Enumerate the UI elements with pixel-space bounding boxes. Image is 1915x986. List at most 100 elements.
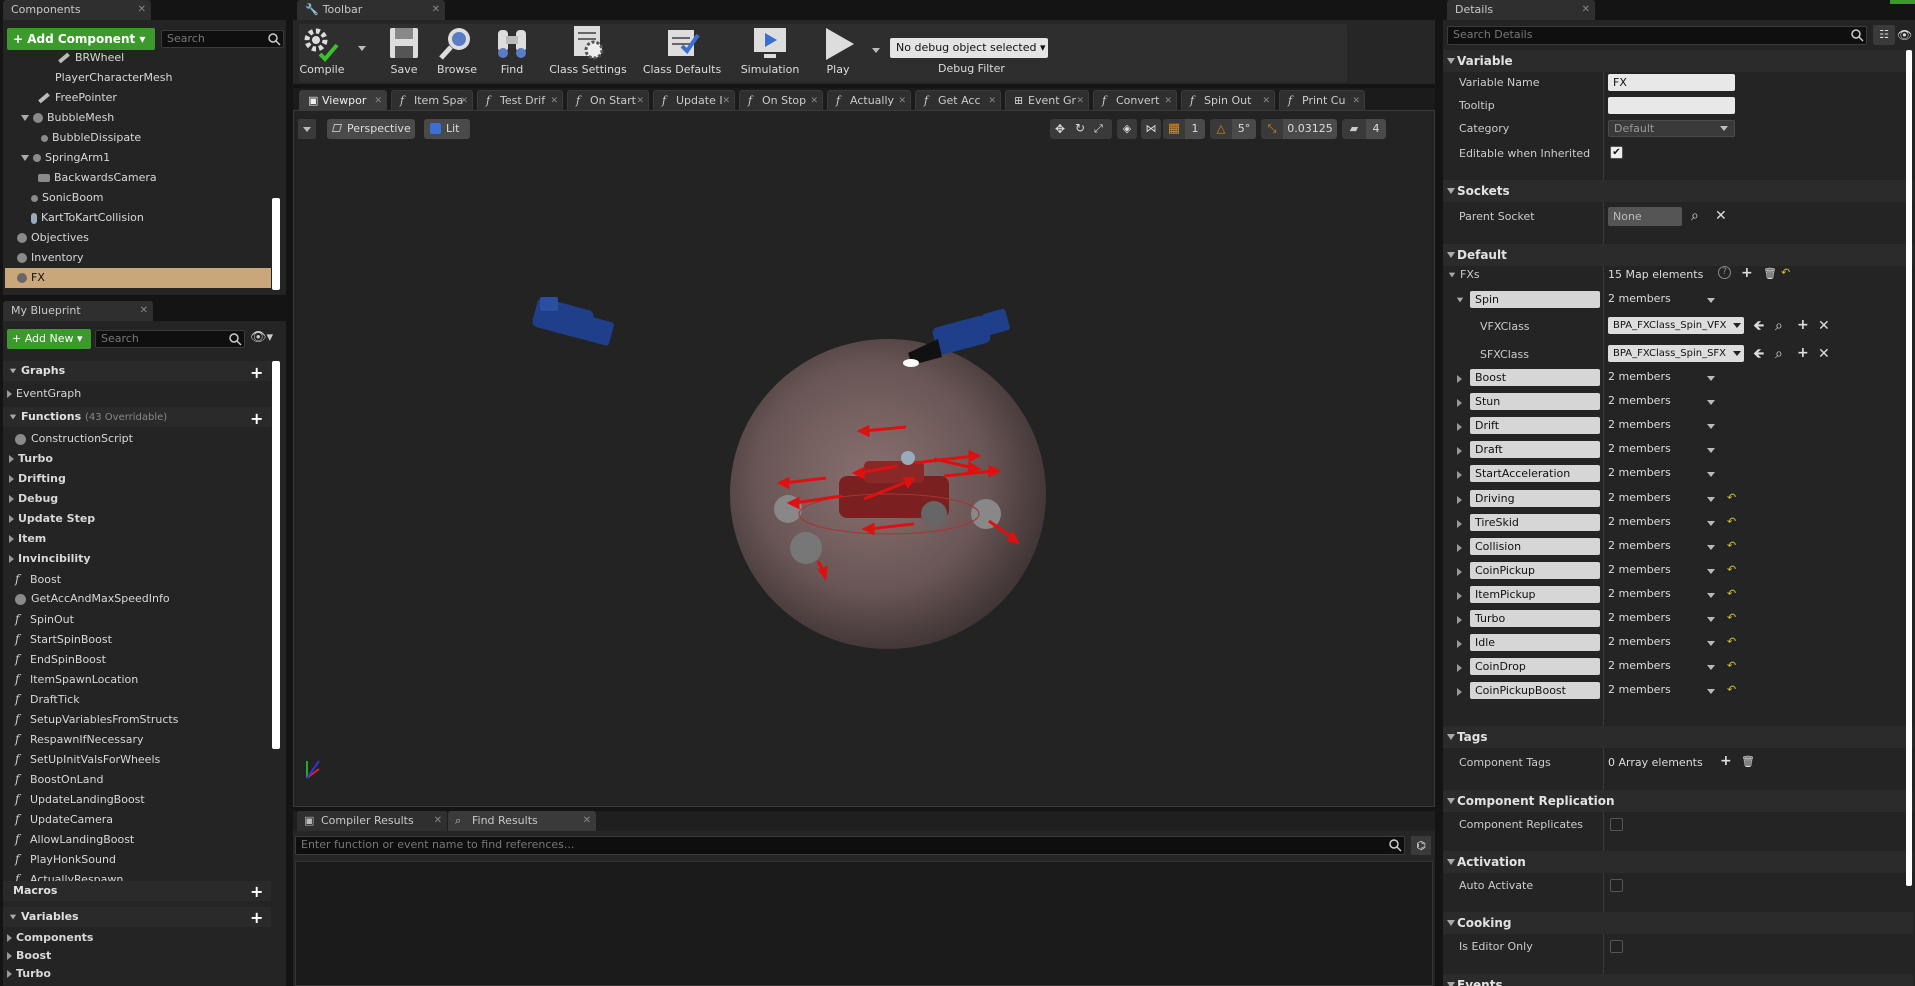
function-item[interactable]: f PlayHonkSound xyxy=(15,849,116,869)
sfx-class-combo[interactable]: BPA_FXClass_Spin_SFX xyxy=(1608,345,1744,362)
map-key-field[interactable]: Turbo xyxy=(1470,610,1600,627)
macros-section-header[interactable]: Macros xyxy=(3,881,271,901)
close-icon[interactable]: ✕ xyxy=(722,91,730,110)
expand-icon[interactable] xyxy=(1457,372,1466,385)
clear-close-icon[interactable]: ✕ xyxy=(1818,347,1830,361)
components-scrollbar[interactable] xyxy=(272,198,280,290)
close-icon[interactable]: ✕ xyxy=(140,301,148,321)
browse-search-icon[interactable]: ⌕ xyxy=(1775,319,1783,333)
editor-tab[interactable]: f Spin Out ✕ xyxy=(1181,90,1275,110)
function-item[interactable]: f EndSpinBoost xyxy=(15,649,106,669)
close-icon[interactable]: ✕ xyxy=(374,91,382,110)
tab-details[interactable]: Details ✕ xyxy=(1447,0,1595,20)
visibility-eye-icon[interactable]: 👁▾ xyxy=(250,330,280,348)
chevron-down-icon[interactable] xyxy=(1707,520,1715,526)
help-icon[interactable]: ? xyxy=(1718,266,1731,279)
close-icon[interactable]: ✕ xyxy=(810,91,818,110)
reset-to-default-icon[interactable]: ↶ xyxy=(1781,266,1790,279)
tree-item-inventory[interactable]: Inventory xyxy=(17,248,84,268)
close-icon[interactable]: ✕ xyxy=(636,91,644,110)
browse-button[interactable]: Browse xyxy=(435,24,479,76)
viewport[interactable]: Perspective Lit ✥ ↻ ⤢ ◈ ⋈ ▦ 1 △ 5° ⤡ 0.0… xyxy=(293,110,1435,807)
add-graph-icon[interactable]: + xyxy=(250,363,263,382)
function-item[interactable]: f BoostOnLand xyxy=(15,769,104,789)
clear-tags-trash-icon[interactable]: 🗑 xyxy=(1741,755,1755,769)
component-replicates-checkbox[interactable] xyxy=(1610,818,1623,831)
map-key-field[interactable]: ItemPickup xyxy=(1470,585,1600,603)
map-key-field[interactable]: StartAcceleration xyxy=(1470,465,1600,483)
find-in-all-blueprints-binoculars-icon[interactable]: ⌬ xyxy=(1411,836,1431,855)
expand-icon[interactable] xyxy=(21,155,29,161)
tree-item-bubblemesh[interactable]: BubbleMesh xyxy=(21,108,114,128)
tree-item-playercharactermesh[interactable]: PlayerCharacterMesh xyxy=(38,68,173,88)
class-settings-button[interactable]: Class Settings xyxy=(549,24,627,76)
editable-when-inherited-checkbox[interactable]: ✔ xyxy=(1610,146,1623,159)
map-key-field[interactable]: Stun xyxy=(1470,393,1600,411)
tree-item-brwheel[interactable]: BRWheel xyxy=(58,48,124,68)
map-key-field[interactable]: Driving xyxy=(1470,489,1600,507)
tree-item-sonicboom[interactable]: SonicBoom xyxy=(31,188,104,208)
play-button[interactable]: Play xyxy=(816,24,860,76)
spin-expand-icon[interactable] xyxy=(1456,293,1468,306)
chevron-down-icon[interactable] xyxy=(1707,617,1715,622)
chevron-down-icon[interactable] xyxy=(1707,641,1715,647)
reset-to-default-icon[interactable]: ↶ xyxy=(1727,683,1736,696)
browse-socket-search-icon[interactable]: ⌕ xyxy=(1691,209,1699,223)
chevron-down-icon[interactable] xyxy=(1707,448,1715,454)
add-new-button[interactable]: + Add New ▾ xyxy=(7,329,91,349)
chevron-down-icon[interactable] xyxy=(1707,665,1715,671)
editor-tab[interactable]: f Item Spa ✕ xyxy=(391,90,473,110)
tree-item-freepointer[interactable]: FreePointer xyxy=(38,88,117,108)
function-item[interactable]: f UpdateCamera xyxy=(15,809,113,829)
functions-section-header[interactable]: Functions (43 Overridable) xyxy=(3,407,271,427)
close-icon[interactable]: ✕ xyxy=(1262,91,1270,110)
parent-socket-field[interactable]: None xyxy=(1608,207,1682,226)
reset-to-default-icon[interactable]: ↶ xyxy=(1727,635,1736,648)
function-category[interactable]: Item xyxy=(9,529,46,549)
expand-icon[interactable] xyxy=(1457,444,1466,457)
browse-search-icon[interactable]: ⌕ xyxy=(1775,347,1783,361)
chevron-down-icon[interactable] xyxy=(1707,298,1715,303)
expand-icon[interactable] xyxy=(1457,541,1466,554)
chevron-down-icon[interactable] xyxy=(1707,400,1715,406)
add-component-button[interactable]: + Add Component ▾ xyxy=(7,28,155,50)
tree-item-karttokartcollision[interactable]: KartToKartCollision xyxy=(31,208,144,228)
expand-icon[interactable] xyxy=(1457,661,1466,674)
function-item[interactable]: f SetUpInitValsForWheels xyxy=(15,749,160,769)
function-item[interactable]: f SpinOut xyxy=(15,609,74,629)
map-key-field[interactable]: CoinDrop xyxy=(1470,658,1600,676)
expand-icon[interactable] xyxy=(1457,565,1466,578)
map-key-field[interactable]: CoinPickupBoost xyxy=(1470,682,1600,700)
reset-to-default-icon[interactable]: ↶ xyxy=(1727,515,1736,528)
close-icon[interactable]: ✕ xyxy=(1582,0,1590,20)
reset-to-default-icon[interactable]: ↶ xyxy=(1727,587,1736,600)
expand-icon[interactable] xyxy=(1457,396,1466,409)
chevron-down-icon[interactable] xyxy=(1707,424,1715,430)
map-key-field[interactable]: Drift xyxy=(1470,417,1600,435)
add-macro-icon[interactable]: + xyxy=(250,882,263,901)
editor-tab[interactable]: f Get Acc ✕ xyxy=(915,90,1001,110)
class-defaults-button[interactable]: Class Defaults xyxy=(643,24,721,76)
editor-tab[interactable]: f Test Drif ✕ xyxy=(477,90,563,110)
map-key-field[interactable]: CoinPickup xyxy=(1470,561,1600,579)
editor-tab[interactable]: f Print Cu ✕ xyxy=(1279,90,1365,110)
view-options-eye-icon[interactable]: 👁 xyxy=(1897,25,1915,45)
function-item[interactable]: f DraftTick xyxy=(15,689,80,709)
blueprint-search-input[interactable]: Search xyxy=(95,330,245,348)
property-matrix-icon[interactable]: ☷ xyxy=(1873,25,1895,45)
tree-item-bubbledissipate[interactable]: BubbleDissipate xyxy=(41,128,141,148)
activation-section-header[interactable]: Activation xyxy=(1443,851,1913,873)
variable-name-field[interactable]: FX xyxy=(1608,74,1735,91)
editor-tab[interactable]: ⊞ Event Gr ✕ xyxy=(1005,90,1089,110)
expand-icon[interactable] xyxy=(1457,468,1466,481)
function-item[interactable]: f StartSpinBoost xyxy=(15,629,112,649)
editor-tab[interactable]: f On Stop ✕ xyxy=(739,90,823,110)
map-key-field[interactable]: Collision xyxy=(1470,537,1600,555)
close-icon[interactable]: ✕ xyxy=(1352,91,1360,110)
function-item[interactable]: f Boost xyxy=(15,569,61,589)
reset-to-default-icon[interactable]: ↶ xyxy=(1727,563,1736,576)
cooking-section-header[interactable]: Cooking xyxy=(1443,912,1913,934)
events-section-header[interactable]: Events xyxy=(1443,974,1913,986)
details-search-input[interactable]: Search Details xyxy=(1447,26,1867,45)
debug-object-select[interactable]: No debug object selected ▾ xyxy=(890,38,1048,58)
